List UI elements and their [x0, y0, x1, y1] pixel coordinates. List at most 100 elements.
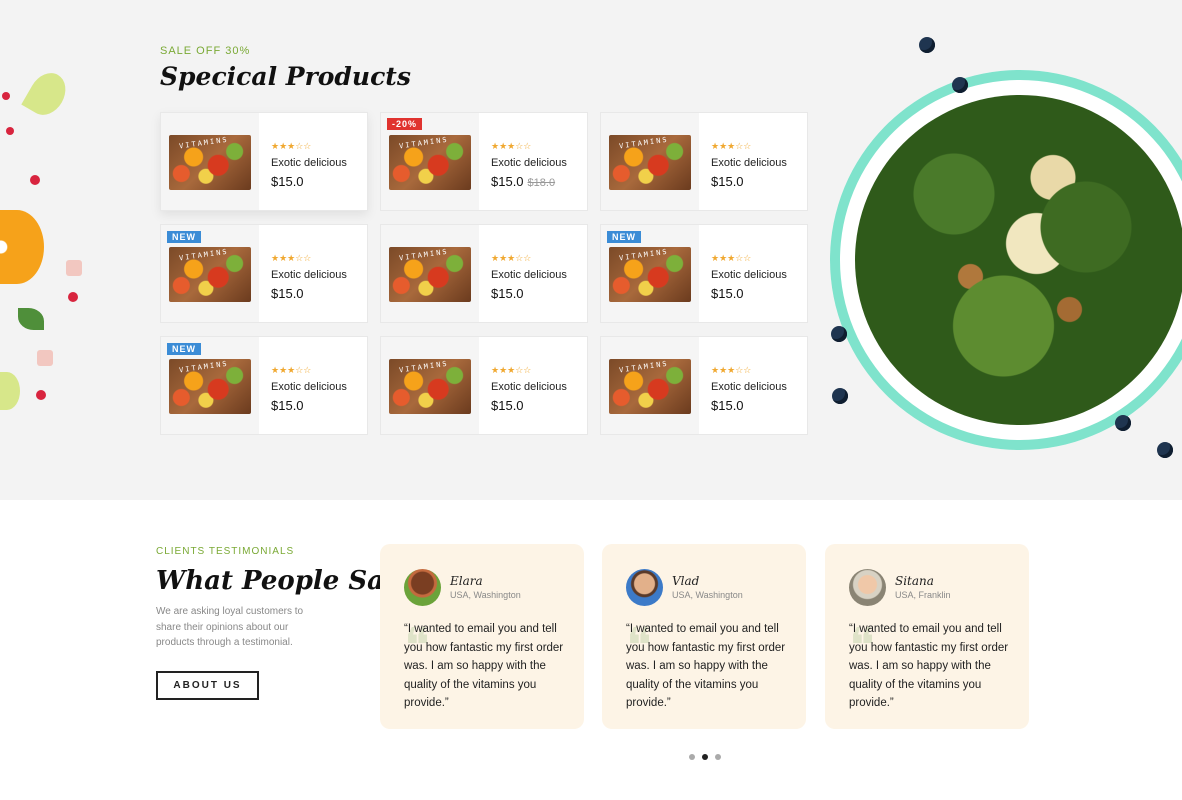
thumb-word: VITAMINS: [398, 359, 450, 375]
price-current: $15.0: [271, 286, 304, 301]
sugar-cube-decoration: [66, 260, 82, 276]
new-badge: NEW: [607, 231, 641, 243]
berry-decoration: [36, 390, 46, 400]
thumb-word: VITAMINS: [618, 359, 670, 375]
product-card[interactable]: VITAMINS ★★★☆☆ Exotic delicious $15.0: [380, 224, 588, 323]
rating-stars: ★★★☆☆: [271, 141, 312, 151]
price-current: $15.0: [711, 398, 744, 413]
product-image[interactable]: VITAMINS: [169, 135, 251, 190]
rating-stars: ★★★☆☆: [491, 253, 532, 263]
blueberry-decoration: [919, 37, 935, 53]
product-grid: VITAMINS ★★★☆☆ Exotic delicious $15.0 VI…: [160, 112, 808, 436]
thumb-word: VITAMINS: [398, 135, 450, 151]
new-badge: NEW: [167, 343, 201, 355]
price-current: $15.0: [271, 398, 304, 413]
product-card[interactable]: VITAMINS NEW ★★★☆☆ Exotic delicious $15.…: [160, 336, 368, 435]
product-info: ★★★☆☆ Exotic delicious $15.0: [271, 253, 347, 301]
testimonial-text: “I wanted to email you and tell you how …: [404, 623, 564, 709]
product-image[interactable]: VITAMINS: [169, 247, 251, 302]
salad-image: [855, 95, 1182, 425]
blueberry-decoration: [952, 77, 968, 93]
product-price: $15.0: [711, 174, 787, 189]
berry-decoration: [2, 92, 10, 100]
avatar: [626, 569, 663, 606]
rating-stars: ★★★☆☆: [271, 365, 312, 375]
product-card[interactable]: VITAMINS ★★★☆☆ Exotic delicious $15.0: [600, 112, 808, 211]
product-card[interactable]: VITAMINS ★★★☆☆ Exotic delicious $15.0: [600, 336, 808, 435]
product-name[interactable]: Exotic delicious: [711, 157, 787, 169]
product-image-area: VITAMINS: [601, 337, 699, 434]
product-card[interactable]: VITAMINS ★★★☆☆ Exotic delicious $15.0: [160, 112, 368, 211]
testimonial-location: USA, Franklin: [895, 590, 951, 600]
testimonial-name: Elara: [450, 574, 483, 588]
product-image[interactable]: VITAMINS: [609, 247, 691, 302]
product-card[interactable]: VITAMINS ★★★☆☆ Exotic delicious $15.0: [380, 336, 588, 435]
product-info: ★★★☆☆ Exotic delicious $15.0: [271, 141, 347, 189]
product-name[interactable]: Exotic delicious: [491, 269, 567, 281]
lime-slice-decoration-2: [0, 372, 20, 410]
pagination-dot[interactable]: [689, 754, 695, 760]
avatar: [849, 569, 886, 606]
product-price: $15.0: [271, 286, 347, 301]
avatar: [404, 569, 441, 606]
testimonials-description: We are asking loyal customers to share t…: [156, 606, 304, 648]
price-current: $15.0: [491, 398, 524, 413]
berry-decoration: [6, 127, 14, 135]
testimonial-location: USA, Washington: [450, 590, 521, 600]
product-info: ★★★☆☆ Exotic delicious $15.0: [491, 365, 567, 413]
product-price: $15.0: [491, 398, 567, 413]
special-products-section: SALE OFF 30% Specical Products VITAMINS …: [0, 0, 1182, 500]
product-name[interactable]: Exotic delicious: [711, 269, 787, 281]
thumb-word: VITAMINS: [178, 135, 230, 151]
carousel-pagination: [689, 754, 721, 760]
rating-stars: ★★★☆☆: [271, 253, 312, 263]
product-name[interactable]: Exotic delicious: [711, 381, 787, 393]
price-current: $15.0: [271, 174, 304, 189]
new-badge: NEW: [167, 231, 201, 243]
product-price: $15.0: [711, 286, 787, 301]
product-image-area: VITAMINS: [601, 113, 699, 210]
price-current: $15.0: [491, 286, 524, 301]
blueberry-decoration: [832, 388, 848, 404]
price-current: $15.0: [491, 174, 524, 189]
about-us-button[interactable]: ABOUT US: [156, 671, 259, 700]
pagination-dot[interactable]: [715, 754, 721, 760]
berry-decoration: [68, 292, 78, 302]
mint-leaf-decoration: [18, 308, 44, 330]
product-image[interactable]: VITAMINS: [389, 135, 471, 190]
product-name[interactable]: Exotic delicious: [271, 381, 347, 393]
product-price: $15.0: [271, 398, 347, 413]
product-info: ★★★☆☆ Exotic delicious $15.0: [711, 253, 787, 301]
product-image-area: VITAMINS: [381, 225, 479, 322]
product-price: $15.0: [711, 398, 787, 413]
product-info: ★★★☆☆ Exotic delicious $15.0: [271, 365, 347, 413]
product-image[interactable]: VITAMINS: [169, 359, 251, 414]
product-info: ★★★☆☆ Exotic delicious $15.0: [711, 365, 787, 413]
discount-badge: -20%: [387, 118, 423, 130]
product-name[interactable]: Exotic delicious: [271, 157, 347, 169]
sale-eyebrow: SALE OFF 30%: [160, 45, 251, 57]
product-image-area: VITAMINS: [161, 113, 259, 210]
product-image[interactable]: VITAMINS: [609, 135, 691, 190]
product-card[interactable]: VITAMINS -20% ★★★☆☆ Exotic delicious $15…: [380, 112, 588, 211]
section-title: Specical Products: [160, 62, 411, 91]
product-name[interactable]: Exotic delicious: [271, 269, 347, 281]
product-card[interactable]: VITAMINS NEW ★★★☆☆ Exotic delicious $15.…: [600, 224, 808, 323]
testimonials-title: What People Say?: [156, 566, 415, 596]
product-image[interactable]: VITAMINS: [389, 359, 471, 414]
rating-stars: ★★★☆☆: [491, 365, 532, 375]
blueberry-decoration: [831, 326, 847, 342]
product-card[interactable]: VITAMINS NEW ★★★☆☆ Exotic delicious $15.…: [160, 224, 368, 323]
product-image[interactable]: VITAMINS: [389, 247, 471, 302]
blueberry-decoration: [1115, 415, 1131, 431]
orange-slice-decoration: [0, 210, 44, 284]
testimonial-text: “I wanted to email you and tell you how …: [849, 623, 1009, 709]
product-name[interactable]: Exotic delicious: [491, 381, 567, 393]
product-name[interactable]: Exotic delicious: [491, 157, 567, 169]
pagination-dot-active[interactable]: [702, 754, 708, 760]
thumb-word: VITAMINS: [178, 247, 230, 263]
product-image[interactable]: VITAMINS: [609, 359, 691, 414]
price-old: $18.0: [527, 177, 556, 189]
thumb-word: VITAMINS: [618, 135, 670, 151]
product-price: $15.0: [271, 174, 347, 189]
